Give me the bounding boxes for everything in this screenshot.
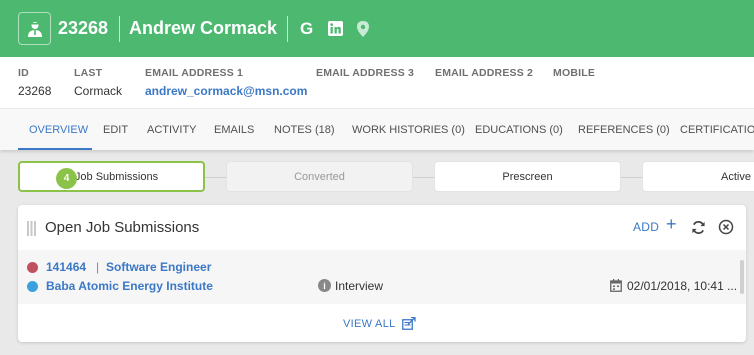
open-job-submissions-card: Open Job Submissions ADD + 141464 | Soft… [18, 205, 746, 342]
submission-count-badge: 4 [56, 168, 77, 189]
plus-icon[interactable]: + [666, 214, 677, 235]
company-link[interactable]: Baba Atomic Energy Institute [46, 279, 213, 293]
pipeline-stage-prescreen[interactable]: Prescreen [434, 161, 621, 192]
card-title: Open Job Submissions [45, 219, 200, 236]
tab-work-histories[interactable]: WORK HISTORIES (0) [352, 124, 465, 136]
google-icon[interactable]: G [300, 19, 313, 39]
candidate-avatar-icon [18, 12, 51, 45]
record-id: 23268 [58, 18, 109, 38]
record-tabs: OVERVIEW EDIT ACTIVITY EMAILS NOTES (18)… [0, 108, 754, 150]
info-label-mobile: MOBILE [553, 67, 596, 79]
company-indicator-dot [27, 281, 38, 292]
pipeline-stage-label: Job Submissions [74, 170, 159, 183]
record-info-bar: ID 23268 LAST Cormack EMAIL ADDRESS 1 an… [0, 57, 754, 108]
pipeline-stage-converted[interactable]: Converted [226, 161, 413, 192]
divider [287, 16, 288, 42]
drag-handle-icon[interactable] [27, 221, 36, 241]
tab-references[interactable]: REFERENCES (0) [578, 124, 670, 136]
row-scrollbar[interactable] [740, 260, 744, 294]
separator: | [96, 260, 100, 274]
pipeline-stage-job-submissions[interactable]: 4 Job Submissions [18, 161, 205, 192]
email-link[interactable]: andrew_cormack@msn.com [145, 84, 307, 98]
info-label-email3: EMAIL ADDRESS 3 [316, 67, 415, 79]
info-label-last: LAST [74, 67, 103, 79]
info-label-email2: EMAIL ADDRESS 2 [435, 67, 534, 79]
record-name: Andrew Cormack [129, 18, 278, 38]
tab-educations[interactable]: EDUCATIONS (0) [475, 124, 563, 136]
tab-overview[interactable]: OVERVIEW [29, 124, 88, 136]
record-header: 23268 Andrew Cormack G [0, 0, 754, 57]
submission-status: Interview [335, 279, 384, 293]
tab-emails[interactable]: EMAILS [214, 124, 254, 136]
info-label-email1: EMAIL ADDRESS 1 [145, 67, 244, 79]
active-tab-indicator [18, 148, 92, 150]
pipeline-stage-label: Prescreen [502, 170, 553, 183]
location-pin-icon[interactable] [357, 21, 369, 42]
tab-edit[interactable]: EDIT [103, 124, 128, 136]
open-external-icon[interactable] [402, 316, 416, 335]
linkedin-icon[interactable] [328, 21, 343, 41]
job-title-link[interactable]: Software Engineer [106, 260, 211, 274]
add-button[interactable]: ADD [633, 220, 659, 234]
info-icon: i [318, 279, 331, 292]
tab-notes[interactable]: NOTES (18) [274, 124, 335, 136]
info-value-last: Cormack [74, 84, 123, 98]
view-all-link[interactable]: VIEW ALL [343, 318, 396, 330]
info-value-id: 23268 [18, 84, 52, 98]
refresh-icon[interactable] [691, 220, 706, 240]
calendar-icon [610, 279, 622, 297]
submission-row[interactable]: 141464 | Software Engineer Baba Atomic E… [18, 250, 746, 304]
pipeline-stage-active[interactable]: Active [642, 161, 754, 192]
submission-date: 02/01/2018, 10:41 ... [627, 279, 738, 293]
job-indicator-dot [27, 262, 38, 273]
info-label-id: ID [18, 67, 29, 79]
divider [119, 16, 120, 42]
tab-certifications[interactable]: CERTIFICATION [680, 124, 754, 136]
job-id-link[interactable]: 141464 [46, 260, 86, 274]
pipeline-stage-label: Converted [294, 170, 345, 183]
close-icon[interactable] [718, 219, 734, 240]
tab-activity[interactable]: ACTIVITY [147, 124, 197, 136]
pipeline-stage-label: Active [721, 170, 751, 183]
